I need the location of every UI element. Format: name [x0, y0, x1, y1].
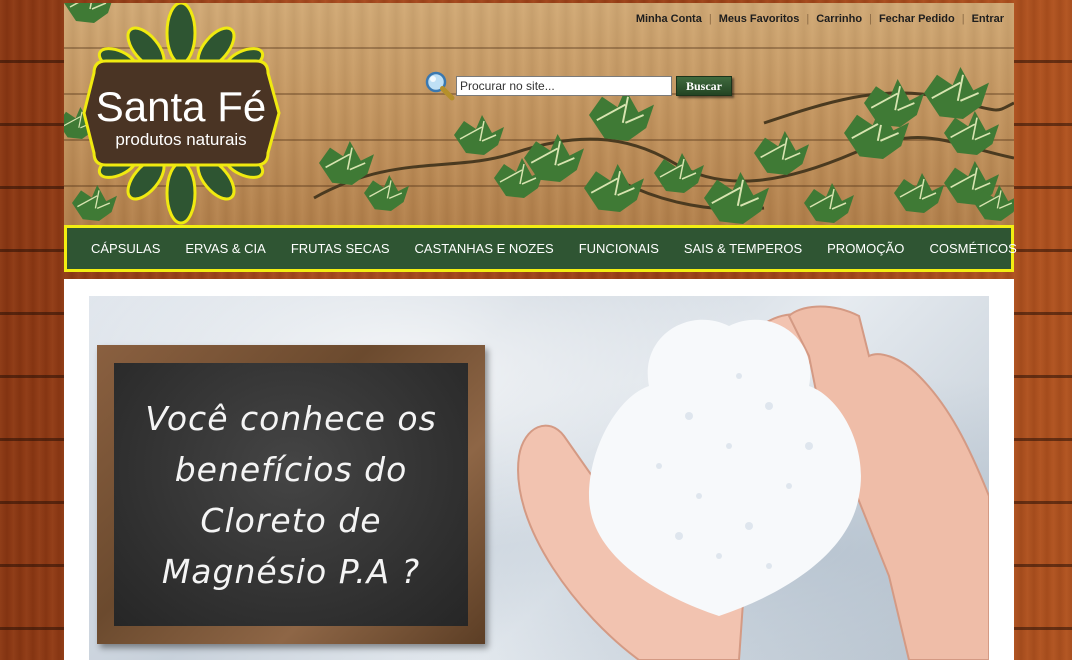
- santa-fe-logo[interactable]: Santa Fé produtos naturais: [76, 3, 286, 225]
- login-link[interactable]: Entrar: [972, 13, 1004, 25]
- chalk-line: Cloreto de: [200, 500, 382, 540]
- nav-item-frutas-secas[interactable]: FRUTAS SECAS: [291, 241, 390, 256]
- chalk-line: benefícios do: [174, 449, 408, 489]
- separator: |: [869, 13, 872, 25]
- promo-banner[interactable]: Você conhece os benefícios do Cloreto de…: [89, 296, 989, 660]
- favorites-link[interactable]: Meus Favoritos: [719, 13, 800, 25]
- nav-item-castanhas[interactable]: CASTANHAS E NOZES: [415, 241, 554, 256]
- nav-item-capsulas[interactable]: CÁPSULAS: [91, 241, 160, 256]
- nav-item-sais-temperos[interactable]: SAIS & TEMPEROS: [684, 241, 802, 256]
- logo-title: Santa Fé: [96, 83, 266, 130]
- nav-item-promocao[interactable]: PROMOÇÃO: [827, 241, 904, 256]
- chalkboard-text: Você conhece os benefícios do Cloreto de…: [121, 393, 461, 597]
- nav-item-cosmeticos[interactable]: COSMÉTICOS: [929, 241, 1016, 256]
- hands-holding-salt-image: [517, 305, 989, 660]
- search-input[interactable]: [456, 76, 672, 96]
- site-header: Minha Conta | Meus Favoritos | Carrinho …: [64, 3, 1014, 225]
- search-bar: Buscar: [424, 70, 732, 102]
- chalk-line: Você conhece os: [145, 398, 437, 438]
- search-button[interactable]: Buscar: [676, 76, 732, 96]
- magnifier-icon: [425, 71, 455, 101]
- nav-item-funcionais[interactable]: FUNCIONAIS: [579, 241, 659, 256]
- my-account-link[interactable]: Minha Conta: [636, 13, 702, 25]
- chalkboard: Você conhece os benefícios do Cloreto de…: [97, 345, 485, 644]
- checkout-link[interactable]: Fechar Pedido: [879, 13, 955, 25]
- main-nav: CÁPSULAS ERVAS & CIA FRUTAS SECAS CASTAN…: [64, 225, 1017, 272]
- account-links: Minha Conta | Meus Favoritos | Carrinho …: [636, 13, 1004, 25]
- separator: |: [961, 13, 965, 25]
- separator: |: [708, 13, 712, 25]
- main-content: Você conhece os benefícios do Cloreto de…: [64, 279, 1014, 660]
- nav-item-ervas[interactable]: ERVAS & CIA: [185, 241, 265, 256]
- chalk-line: Magnésio P.A ?: [161, 551, 421, 591]
- chalkboard-slate: Você conhece os benefícios do Cloreto de…: [114, 363, 468, 626]
- separator: |: [806, 13, 810, 25]
- cart-link[interactable]: Carrinho: [816, 13, 862, 25]
- logo-subtitle: produtos naturais: [115, 130, 246, 149]
